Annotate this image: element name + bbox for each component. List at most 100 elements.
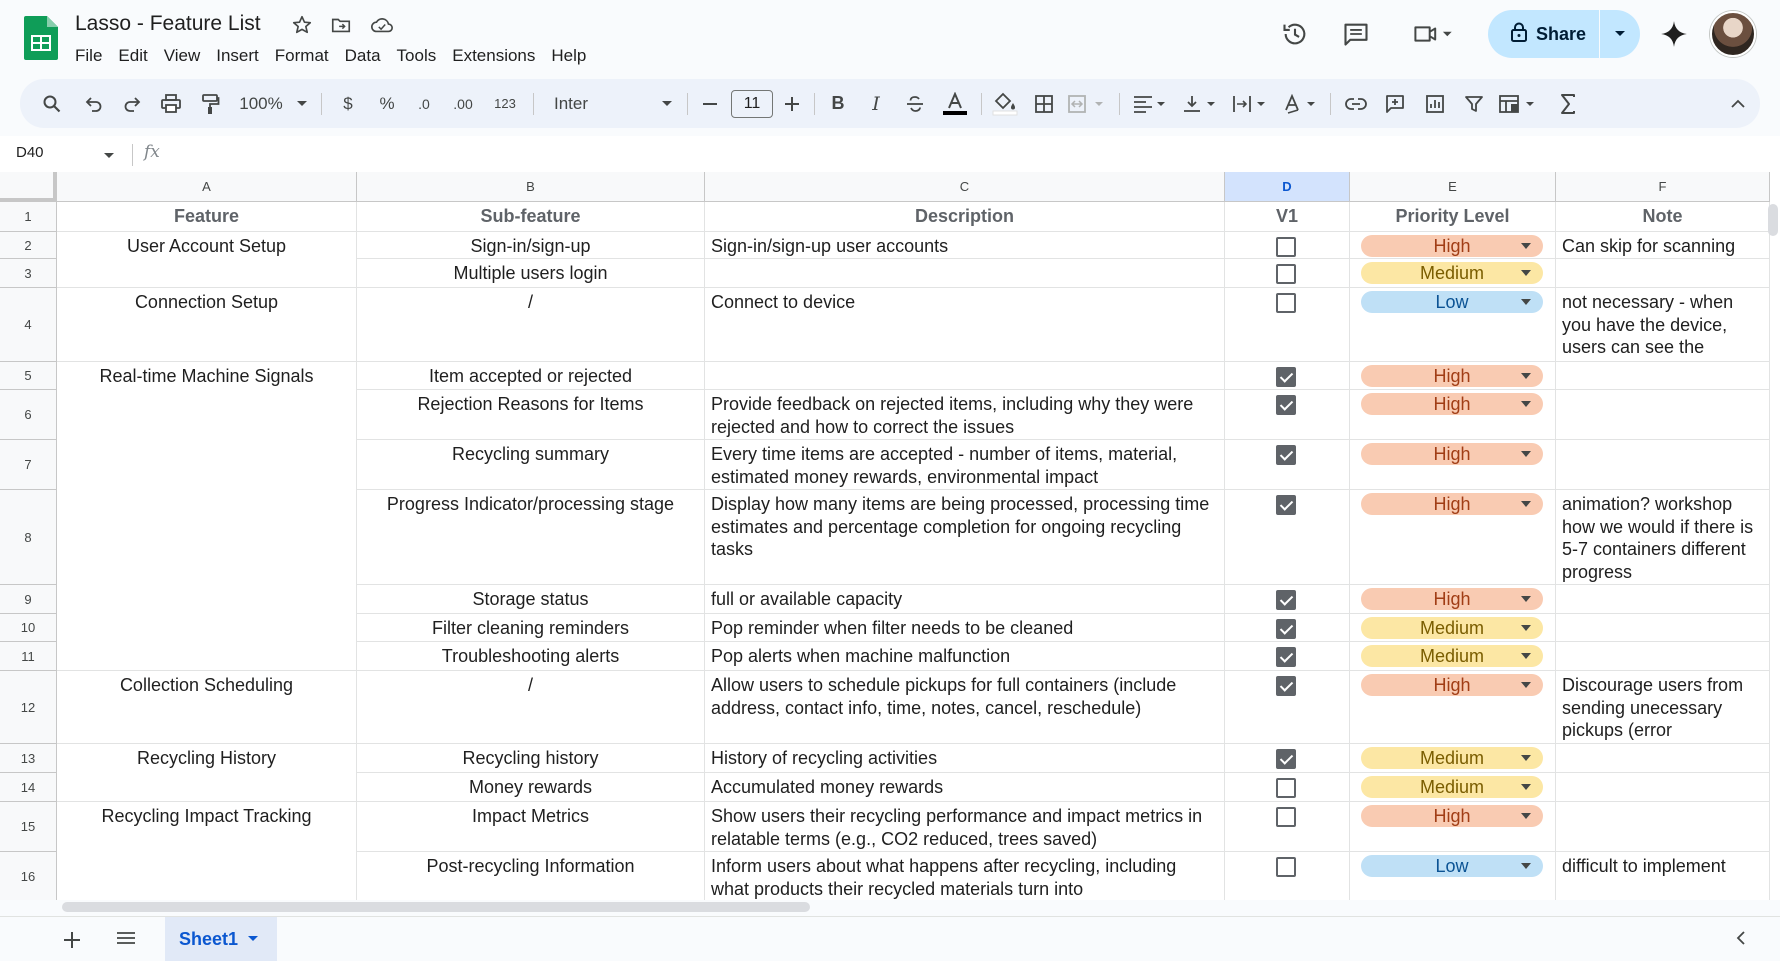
horizontal-align-icon[interactable] (1128, 79, 1172, 128)
description-cell[interactable]: History of recycling activities (705, 744, 1225, 773)
sub-feature-cell[interactable]: Recycling history (357, 744, 705, 773)
v1-cell[interactable] (1225, 390, 1350, 440)
note-cell[interactable]: not necessary - when you have the device… (1556, 288, 1770, 362)
v1-checkbox[interactable] (1276, 676, 1296, 696)
feature-cell[interactable]: Recycling History (57, 744, 357, 802)
row-header-16[interactable]: 16 (0, 852, 57, 900)
star-icon[interactable] (291, 14, 313, 36)
spreadsheet-grid[interactable]: A B C D E F 1 2 3 4 5 6 7 8 9 10 11 12 13 14 15 16 Feature Sub-… (0, 172, 1780, 900)
chip-dropdown-arrow-icon[interactable] (1521, 299, 1531, 305)
v1-cell[interactable] (1225, 744, 1350, 773)
sub-feature-cell[interactable]: Multiple users login (357, 259, 705, 288)
description-cell[interactable]: Accumulated money rewards (705, 773, 1225, 802)
header-cell-f[interactable]: Note (1556, 202, 1770, 232)
row-header-14[interactable]: 14 (0, 773, 57, 802)
sub-feature-cell[interactable]: Post-recycling Information (357, 852, 705, 900)
column-header-c[interactable]: C (705, 172, 1225, 202)
priority-cell[interactable]: Medium (1350, 642, 1556, 671)
chip-dropdown-arrow-icon[interactable] (1521, 596, 1531, 602)
all-sheets-menu-icon[interactable] (116, 931, 136, 950)
note-cell[interactable] (1556, 259, 1770, 288)
column-header-f[interactable]: F (1556, 172, 1770, 202)
menu-format[interactable]: Format (267, 46, 337, 66)
v1-checkbox[interactable] (1276, 445, 1296, 465)
font-family-select[interactable]: Inter (548, 79, 678, 128)
sub-feature-cell[interactable]: Sign-in/sign-up (357, 232, 705, 259)
priority-cell[interactable]: Medium (1350, 744, 1556, 773)
v1-checkbox[interactable] (1276, 237, 1296, 257)
sub-feature-cell[interactable]: Item accepted or rejected (357, 362, 705, 390)
header-cell-c[interactable]: Description (705, 202, 1225, 232)
note-cell[interactable] (1556, 440, 1770, 490)
cloud-saved-icon[interactable] (370, 14, 393, 36)
v1-cell[interactable] (1225, 440, 1350, 490)
print-icon[interactable] (153, 79, 189, 128)
priority-chip[interactable]: High (1361, 393, 1543, 415)
note-cell[interactable] (1556, 773, 1770, 802)
row-header-15[interactable]: 15 (0, 802, 57, 852)
note-cell[interactable] (1556, 802, 1770, 852)
strikethrough-icon[interactable] (897, 79, 933, 128)
row-header-8[interactable]: 8 (0, 490, 57, 585)
priority-cell[interactable]: High (1350, 390, 1556, 440)
bold-button[interactable]: B (820, 79, 856, 128)
priority-cell[interactable]: Low (1350, 288, 1556, 362)
row-header-11[interactable]: 11 (0, 642, 57, 671)
note-cell[interactable]: Can skip for scanning (1556, 232, 1770, 259)
text-color-icon[interactable] (937, 79, 973, 128)
fill-color-icon[interactable] (987, 79, 1023, 128)
priority-chip[interactable]: Medium (1361, 776, 1543, 798)
name-box[interactable]: D40 (16, 144, 44, 161)
chip-dropdown-arrow-icon[interactable] (1521, 243, 1531, 249)
header-cell-e[interactable]: Priority Level (1350, 202, 1556, 232)
v1-checkbox[interactable] (1276, 807, 1296, 827)
feature-cell[interactable]: Real-time Machine Signals (57, 362, 357, 671)
v1-checkbox[interactable] (1276, 647, 1296, 667)
row-header-13[interactable]: 13 (0, 744, 57, 773)
priority-chip[interactable]: Medium (1361, 747, 1543, 769)
priority-chip[interactable]: High (1361, 588, 1543, 610)
note-cell[interactable]: animation? workshop how we would if ther… (1556, 490, 1770, 585)
v1-cell[interactable] (1225, 362, 1350, 390)
v1-checkbox[interactable] (1276, 395, 1296, 415)
v1-cell[interactable] (1225, 490, 1350, 585)
menu-extensions[interactable]: Extensions (444, 46, 543, 66)
chip-dropdown-arrow-icon[interactable] (1521, 270, 1531, 276)
sub-feature-cell[interactable]: Money rewards (357, 773, 705, 802)
sheets-logo-icon[interactable] (24, 16, 58, 60)
v1-cell[interactable] (1225, 232, 1350, 259)
document-title[interactable]: Lasso - Feature List (75, 12, 261, 36)
menu-view[interactable]: View (156, 46, 209, 66)
v1-cell[interactable] (1225, 585, 1350, 614)
v1-cell[interactable] (1225, 773, 1350, 802)
priority-cell[interactable]: High (1350, 362, 1556, 390)
menu-edit[interactable]: Edit (110, 46, 155, 66)
insert-chart-icon[interactable] (1417, 79, 1453, 128)
description-cell[interactable] (705, 362, 1225, 390)
v1-checkbox[interactable] (1276, 590, 1296, 610)
v1-checkbox[interactable] (1276, 857, 1296, 877)
priority-cell[interactable]: High (1350, 440, 1556, 490)
v1-checkbox[interactable] (1276, 619, 1296, 639)
column-header-e[interactable]: E (1350, 172, 1556, 202)
chip-dropdown-arrow-icon[interactable] (1521, 682, 1531, 688)
sub-feature-cell[interactable]: Rejection Reasons for Items (357, 390, 705, 440)
menu-insert[interactable]: Insert (208, 46, 267, 66)
description-cell[interactable] (705, 259, 1225, 288)
search-menus-icon[interactable] (34, 79, 70, 128)
insert-comment-icon[interactable] (1377, 79, 1413, 128)
priority-cell[interactable]: High (1350, 232, 1556, 259)
description-cell[interactable]: Pop alerts when machine malfunction (705, 642, 1225, 671)
priority-chip[interactable]: High (1361, 805, 1543, 827)
sub-feature-cell[interactable]: Impact Metrics (357, 802, 705, 852)
menu-data[interactable]: Data (337, 46, 389, 66)
chip-dropdown-arrow-icon[interactable] (1521, 755, 1531, 761)
note-cell[interactable]: Discourage users from sending unecessary… (1556, 671, 1770, 744)
v1-checkbox[interactable] (1276, 749, 1296, 769)
note-cell[interactable] (1556, 390, 1770, 440)
zoom-select[interactable]: 100% (235, 79, 311, 128)
italic-button[interactable]: I (858, 79, 894, 128)
priority-chip[interactable]: High (1361, 493, 1543, 515)
sub-feature-cell[interactable]: Progress Indicator/processing stage (357, 490, 705, 585)
feature-cell[interactable]: Connection Setup (57, 288, 357, 362)
